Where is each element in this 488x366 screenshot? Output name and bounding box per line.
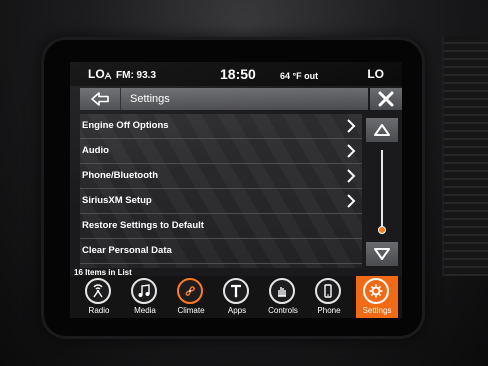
nav-label: Media — [134, 306, 156, 315]
nav-label: Phone — [317, 306, 341, 315]
back-arrow-icon — [91, 92, 109, 106]
chevron-right-icon — [347, 144, 356, 158]
list-item-label: Audio — [82, 145, 109, 156]
settings-list[interactable]: Engine Off Options Audio Phone/Bluetooth… — [80, 114, 362, 268]
chevron-right-icon — [347, 119, 356, 133]
list-item-label: Phone/Bluetooth — [82, 170, 158, 181]
air-vent — [442, 36, 488, 276]
nav-label: Radio — [88, 306, 110, 315]
chevron-right-icon — [347, 194, 356, 208]
list-item-label: Restore Settings to Default — [82, 220, 204, 231]
status-bar: LO FM: 93.3 18:50 64 °F out LO — [70, 62, 402, 86]
list-item-engine-off-options[interactable]: Engine Off Options — [80, 114, 362, 139]
nav-label: Apps — [227, 306, 247, 315]
list-item-label: SiriusXM Setup — [82, 195, 152, 206]
bottom-nav: Radio Media Climate Apps Controls Phone … — [70, 276, 402, 318]
nav-controls[interactable]: Controls — [262, 276, 304, 318]
nav-climate[interactable]: Climate — [170, 276, 212, 318]
music-note-icon — [131, 278, 157, 304]
clock: 18:50 — [220, 66, 256, 82]
radio-icon — [85, 278, 111, 304]
back-button[interactable] — [80, 88, 121, 110]
infotainment-screen: LO FM: 93.3 18:50 64 °F out LO Settings … — [70, 62, 402, 318]
climate-fan-icon — [177, 278, 203, 304]
controls-hand-icon — [269, 278, 295, 304]
list-item-audio[interactable]: Audio — [80, 139, 362, 164]
scrollbar-thumb[interactable] — [378, 225, 386, 234]
close-button[interactable] — [370, 88, 402, 110]
list-item-label: Engine Off Options — [82, 120, 169, 131]
list-item-phone-bluetooth[interactable]: Phone/Bluetooth — [80, 164, 362, 189]
triangle-down-icon — [374, 248, 390, 260]
radio-signal-icon — [104, 71, 112, 80]
gear-icon — [363, 278, 389, 304]
nav-label: Climate — [177, 306, 205, 315]
triangle-up-icon — [374, 124, 390, 136]
page-title: Settings — [130, 93, 170, 105]
nav-label: Settings — [362, 306, 392, 315]
left-climate-zone[interactable]: LO — [88, 67, 105, 81]
nav-radio[interactable]: Radio — [78, 276, 120, 318]
chevron-right-icon — [347, 169, 356, 183]
outside-temperature: 64 °F out — [280, 71, 319, 81]
scroll-down-button[interactable] — [366, 242, 398, 266]
list-item-label: Clear Personal Data — [82, 245, 172, 256]
nav-media[interactable]: Media — [124, 276, 166, 318]
list-item-restore-defaults[interactable]: Restore Settings to Default — [80, 214, 362, 239]
nav-settings[interactable]: Settings — [356, 276, 398, 318]
title-bar: Settings — [80, 88, 368, 110]
nav-label: Controls — [268, 306, 298, 315]
nav-apps[interactable]: Apps — [216, 276, 258, 318]
list-item-siriusxm-setup[interactable]: SiriusXM Setup — [80, 189, 362, 214]
radio-station[interactable]: FM: 93.3 — [116, 70, 156, 81]
scrollbar-track[interactable] — [381, 150, 383, 234]
apps-icon — [223, 278, 249, 304]
close-icon — [378, 91, 394, 107]
nav-phone[interactable]: Phone — [308, 276, 350, 318]
phone-icon — [315, 278, 341, 304]
list-item-clear-personal-data[interactable]: Clear Personal Data — [80, 239, 362, 264]
right-climate-zone[interactable]: LO — [367, 67, 384, 81]
scroll-up-button[interactable] — [366, 118, 398, 142]
